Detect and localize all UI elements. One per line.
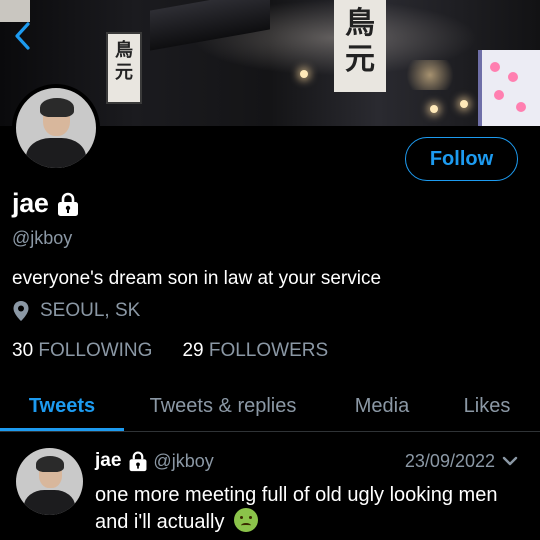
tweet-avatar[interactable] xyxy=(16,448,83,515)
followers-stat[interactable]: 29 FOLLOWERS xyxy=(182,340,328,362)
followers-label: FOLLOWERS xyxy=(208,340,329,361)
tweet-header: jae @jkboy 23/09/2022 xyxy=(95,450,525,472)
chevron-down-icon[interactable] xyxy=(501,452,519,470)
tweet-author-name: jae xyxy=(95,450,122,471)
back-button[interactable] xyxy=(8,18,38,54)
tweet-author-handle: @jkboy xyxy=(153,450,214,471)
banner-light xyxy=(430,105,438,113)
location-text: SEOUL, SK xyxy=(40,300,141,321)
banner-sign: 鳥元 xyxy=(334,0,386,92)
nauseated-face-emoji xyxy=(234,508,259,532)
tab-tweets-replies[interactable]: Tweets & replies xyxy=(130,380,316,432)
profile-name: jae xyxy=(12,188,49,218)
profile-tabs: Tweets Tweets & replies Media Likes xyxy=(0,380,540,432)
profile-avatar[interactable] xyxy=(12,84,100,172)
lock-icon xyxy=(129,451,147,472)
banner-light xyxy=(300,70,308,78)
profile-stats: 30 FOLLOWING 29 FOLLOWERS xyxy=(12,340,328,362)
tweet-text-content: one more meeting full of old ugly lookin… xyxy=(95,484,498,533)
tweet-date: 23/09/2022 xyxy=(404,450,495,471)
following-count: 30 xyxy=(12,340,34,361)
followers-count: 29 xyxy=(182,340,204,361)
profile-bio: everyone's dream son in law at your serv… xyxy=(12,268,382,289)
follow-button[interactable]: Follow xyxy=(405,137,518,181)
following-stat[interactable]: 30 FOLLOWING xyxy=(12,340,152,362)
tab-media[interactable]: Media xyxy=(334,380,430,432)
profile-location: SEOUL, SK xyxy=(12,300,140,322)
lock-icon xyxy=(57,192,78,216)
banner-panel xyxy=(478,50,540,126)
tweet-text: one more meeting full of old ugly lookin… xyxy=(95,482,525,535)
profile-handle: @jkboy xyxy=(12,228,73,248)
banner-light xyxy=(400,60,460,90)
banner-sign: 鳥元 xyxy=(106,32,142,104)
tab-tweets[interactable]: Tweets xyxy=(0,380,124,432)
tab-likes[interactable]: Likes xyxy=(446,380,528,432)
location-pin-icon xyxy=(13,301,29,321)
banner-shape xyxy=(150,0,270,51)
chevron-left-icon xyxy=(15,22,30,50)
banner-light xyxy=(460,100,468,108)
active-tab-indicator xyxy=(0,428,124,431)
following-label: FOLLOWING xyxy=(38,340,153,361)
profile-name-row: jae xyxy=(12,188,81,219)
